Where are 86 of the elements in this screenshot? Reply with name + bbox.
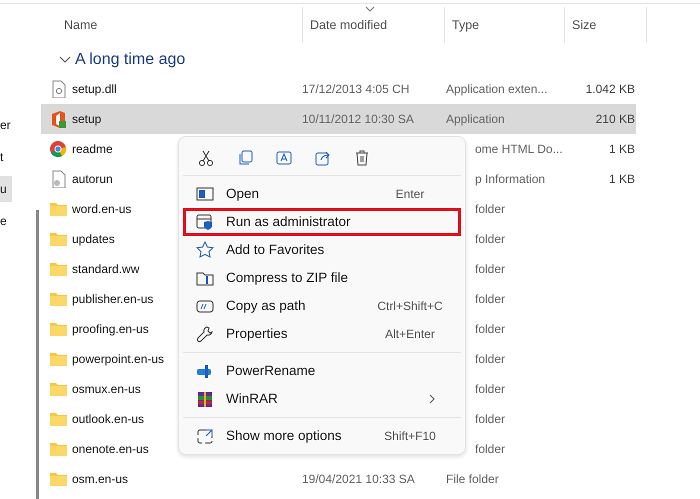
file-name[interactable]: proofing.en-us [72, 320, 149, 338]
file-type: folder [475, 352, 506, 366]
browser-icon [49, 140, 67, 158]
file-type: folder [475, 442, 506, 456]
share-button[interactable] [314, 149, 332, 167]
menu-item[interactable]: Properties Alt+Enter [183, 320, 461, 348]
folder-icon [49, 200, 67, 218]
file-type: File folder [446, 472, 499, 486]
file-name[interactable]: osm.en-us [72, 470, 128, 488]
shortcut-label: Alt+Enter [384, 326, 436, 343]
delete-icon [353, 149, 371, 167]
star-icon [196, 241, 214, 259]
rename-button[interactable] [275, 149, 293, 167]
file-name[interactable]: osmux.en-us [72, 380, 141, 398]
file-name[interactable]: updates [72, 230, 115, 248]
date-modified: 10/11/2012 10:30 SA [302, 112, 414, 126]
nav-item[interactable]: t [0, 144, 12, 170]
column-header[interactable]: Size [572, 16, 596, 34]
file-type: folder [475, 322, 506, 336]
column-header[interactable]: Type [452, 16, 480, 34]
file-type: folder [475, 232, 506, 246]
folder-icon [49, 290, 67, 308]
file-size: 1 KB [608, 172, 635, 186]
app-icon [49, 110, 67, 128]
menu-item[interactable]: WinRAR [183, 385, 461, 413]
folder-icon [49, 230, 67, 248]
file-name[interactable]: onenote.en-us [72, 440, 149, 458]
group-header[interactable]: A long time ago [75, 48, 186, 72]
date-modified: 19/04/2021 10:33 SA [302, 472, 415, 486]
file-name[interactable]: publisher.en-us [72, 290, 154, 308]
file-type: folder [475, 262, 506, 276]
file-name[interactable]: setup [72, 110, 102, 128]
share-icon [314, 149, 332, 167]
rename-tool-icon [196, 362, 214, 380]
shortcut-label: Enter [394, 186, 426, 203]
file-size: 210 KB [596, 112, 635, 126]
menu-item[interactable]: Copy as path Ctrl+Shift+C [183, 292, 461, 320]
rename-icon [275, 149, 293, 167]
file-type: Application exten... [446, 82, 548, 96]
file-type: folder [475, 202, 506, 216]
archive-icon [196, 390, 214, 408]
cut-button[interactable] [197, 149, 215, 167]
file-name[interactable]: autorun [72, 170, 113, 188]
menu-item[interactable]: Compress to ZIP file [183, 264, 461, 292]
file-type: folder [475, 382, 506, 396]
file-name[interactable]: standard.ww [72, 260, 140, 278]
folder-icon [49, 380, 67, 398]
file-name[interactable]: powerpoint.en-us [72, 350, 164, 368]
file-name[interactable]: setup.dll [72, 80, 117, 98]
menu-item[interactable]: Add to Favorites [183, 236, 461, 264]
file-type: Application [446, 112, 505, 126]
folder-icon [49, 260, 67, 278]
menu-item[interactable]: Run as administrator [183, 208, 461, 236]
folder-icon [49, 470, 67, 488]
shortcut-label: Ctrl+Shift+C [376, 298, 444, 315]
menu-item[interactable]: Open Enter [183, 180, 461, 208]
expand-icon [196, 427, 214, 445]
shield-icon [196, 213, 214, 231]
file-name[interactable]: word.en-us [72, 200, 132, 218]
date-modified: 17/12/2013 4:05 CH [302, 82, 410, 96]
delete-button[interactable] [353, 149, 371, 167]
file-size: 1.042 KB [586, 82, 635, 96]
column-header[interactable]: Name [64, 16, 98, 34]
file-name[interactable]: outlook.en-us [72, 410, 144, 428]
scrollbar[interactable] [36, 210, 39, 499]
folder-icon [49, 410, 67, 428]
folder-icon [49, 350, 67, 368]
wrench-icon [196, 325, 214, 343]
cut-icon [197, 149, 215, 167]
file-type: p Information [475, 172, 546, 186]
shortcut-label: Shift+F10 [383, 428, 437, 445]
folder-icon [49, 440, 67, 458]
folder-icon [49, 320, 67, 338]
nav-item[interactable]: er [0, 112, 12, 138]
file-name[interactable]: readme [72, 140, 113, 158]
nav-item[interactable]: e [0, 208, 12, 234]
file-type: folder [475, 292, 506, 306]
menu-item[interactable]: PowerRename [183, 357, 461, 385]
selected-row[interactable]: setup 10/11/2012 10:30 SA Application 210 KB [41, 104, 636, 134]
column-header[interactable]: Date modified [310, 16, 388, 34]
nav-item[interactable]: u [0, 176, 12, 202]
file-type: ome HTML Do... [475, 142, 563, 156]
file-type: folder [475, 412, 506, 426]
menu-item[interactable]: Show more options Shift+F10 [183, 422, 461, 450]
window-icon [196, 185, 214, 203]
file-size: 1 KB [608, 142, 635, 156]
